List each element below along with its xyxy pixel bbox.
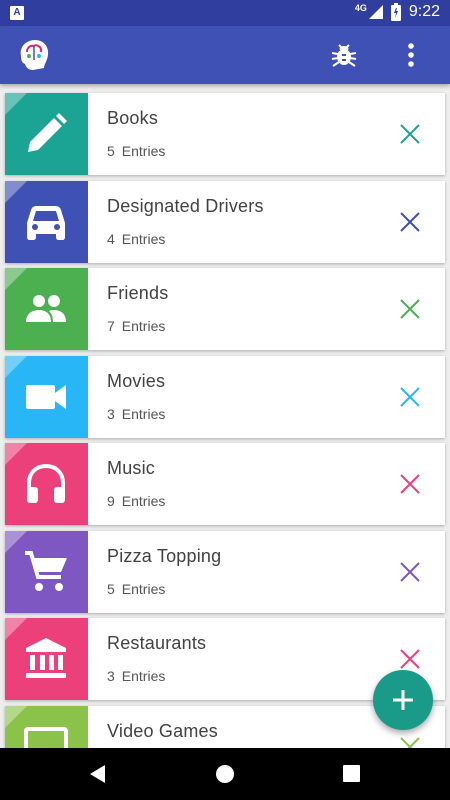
app-logo-icon[interactable] — [17, 38, 51, 72]
category-card[interactable]: Music 9 Entries — [5, 443, 445, 525]
category-icon-tile — [5, 355, 88, 438]
entry-count-number: 3 — [107, 405, 115, 422]
status-indicators: 4G 9:22 — [355, 3, 440, 21]
pencil-icon — [28, 113, 67, 152]
close-icon — [400, 561, 420, 582]
clock: 9:22 — [408, 3, 440, 20]
entry-count-label: Entries — [121, 230, 166, 247]
delete-button[interactable] — [395, 557, 425, 587]
delete-button[interactable] — [395, 294, 425, 324]
recents-icon[interactable] — [343, 765, 360, 782]
category-title: Books — [107, 108, 159, 128]
more-vert-icon[interactable] — [396, 40, 426, 70]
category-card[interactable]: Books 5 Entries — [5, 93, 445, 175]
entry-count-number: 9 — [107, 493, 115, 509]
signal-icon — [368, 5, 383, 19]
category-card[interactable]: Movies 3 Entries — [5, 355, 445, 438]
delete-button[interactable] — [395, 382, 425, 412]
plus-icon — [393, 690, 413, 710]
tile-corner — [5, 618, 27, 640]
cart-icon — [25, 550, 67, 591]
entry-count: 9 Entries — [107, 493, 165, 509]
close-icon — [400, 124, 420, 144]
entry-count-label: Entries — [121, 143, 166, 159]
entry-count-number: 5 — [107, 580, 115, 597]
app-bar — [0, 26, 450, 84]
delete-button[interactable] — [395, 469, 425, 499]
entry-count: 4 Entries — [107, 231, 165, 247]
category-icon-tile — [5, 705, 88, 748]
category-title: Designated Drivers — [107, 195, 264, 216]
delete-button[interactable] — [395, 119, 425, 149]
status-bar: A 4G 9:22 — [0, 0, 450, 26]
car-icon — [27, 205, 65, 240]
entry-count-number: 4 — [107, 230, 115, 247]
category-icon-tile — [5, 268, 88, 350]
entry-count: 5 Entries — [107, 581, 165, 597]
tile-corner — [5, 268, 27, 290]
entry-count-label: Entries — [121, 318, 166, 334]
category-icon-tile — [5, 443, 88, 525]
category-icon-tile — [5, 530, 88, 613]
category-icon-tile — [5, 180, 88, 263]
tile-corner — [5, 355, 27, 378]
entry-count: 5 Entries — [107, 143, 165, 159]
people-icon — [26, 295, 66, 322]
system-nav-bar — [0, 748, 450, 800]
tile-corner — [5, 180, 27, 203]
tile-corner — [5, 443, 27, 465]
delete-button[interactable] — [395, 732, 425, 748]
network-type: 4G — [354, 3, 367, 13]
entry-count-number: 7 — [107, 318, 115, 334]
videocam-icon — [26, 384, 66, 409]
headphones-icon — [27, 463, 65, 503]
add-category-button[interactable] — [373, 670, 433, 730]
entry-count: 7 Entries — [107, 318, 165, 334]
close-icon — [400, 211, 420, 232]
bug-icon[interactable] — [330, 41, 358, 69]
category-title: Friends — [107, 283, 169, 303]
battery-icon — [390, 3, 401, 21]
tile-corner — [5, 530, 27, 553]
entry-count-label: Entries — [121, 668, 166, 684]
notification-app-icon: A — [10, 6, 24, 20]
category-card[interactable]: Designated Drivers 4 Entries — [5, 180, 445, 263]
monitor-icon — [24, 726, 68, 748]
tile-corner — [5, 705, 27, 728]
entry-count-number: 5 — [107, 143, 115, 159]
entry-count-label: Entries — [121, 580, 166, 597]
entry-count-label: Entries — [121, 405, 166, 422]
category-title: Video Games — [107, 720, 218, 741]
close-icon — [400, 736, 420, 748]
entry-count: 3 Entries — [107, 406, 165, 422]
close-icon — [400, 474, 420, 494]
bank-icon — [26, 638, 66, 678]
category-icon-tile — [5, 618, 88, 700]
category-card[interactable]: Friends 7 Entries — [5, 268, 445, 350]
tile-corner — [5, 93, 27, 115]
entry-count: 3 Entries — [107, 668, 165, 684]
entry-count-label: Entries — [121, 493, 166, 509]
category-card[interactable]: Pizza Topping 5 Entries — [5, 530, 445, 613]
close-icon — [400, 386, 420, 407]
category-list: Books 5 Entries Designated Drivers 4 Entri… — [0, 84, 450, 748]
category-title: Movies — [107, 370, 166, 391]
category-title: Music — [107, 458, 156, 478]
category-icon-tile — [5, 93, 88, 175]
home-icon[interactable] — [215, 764, 235, 784]
category-title: Restaurants — [107, 633, 207, 653]
back-icon[interactable] — [88, 764, 108, 784]
entry-count-number: 3 — [107, 668, 115, 684]
category-title: Pizza Topping — [107, 545, 222, 566]
close-icon — [400, 299, 420, 319]
delete-button[interactable] — [395, 207, 425, 237]
